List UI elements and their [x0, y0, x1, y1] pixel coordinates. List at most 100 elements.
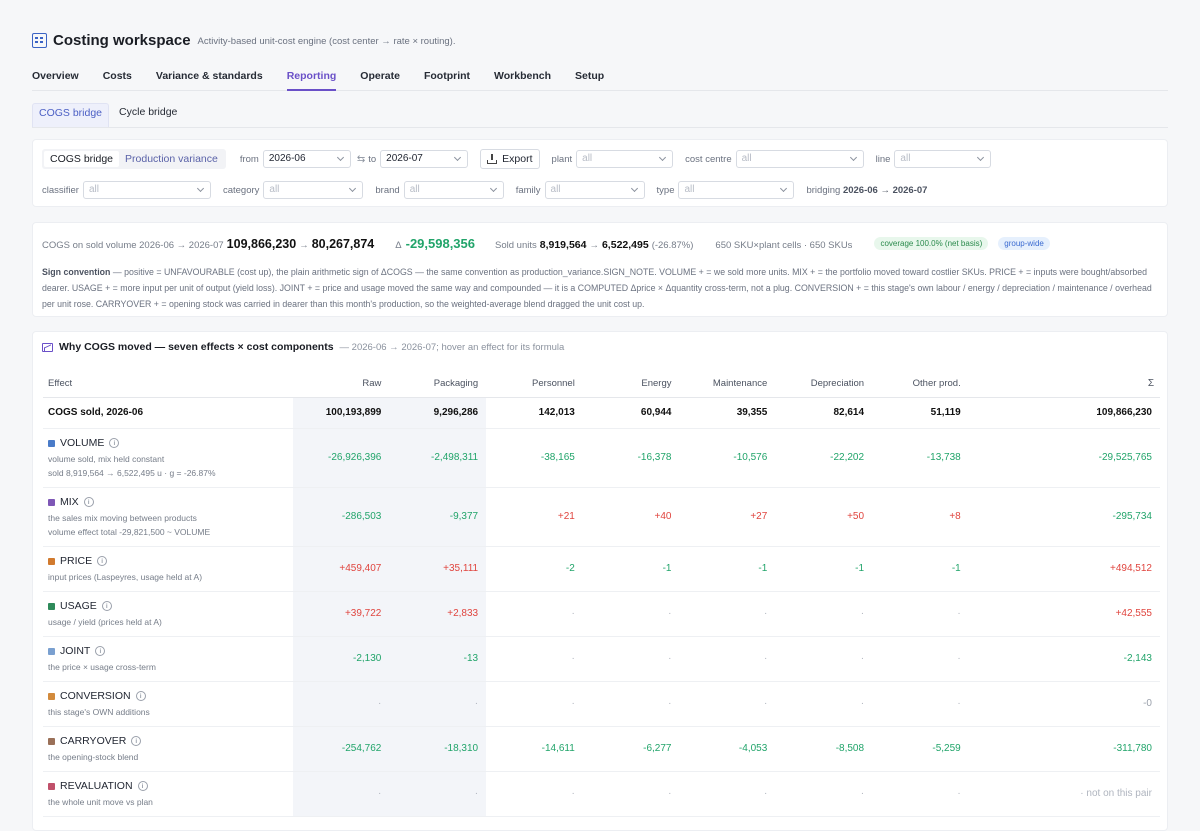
effect-value-depreciation: · — [775, 591, 873, 637]
effect-row-volume[interactable]: VOLUME i volume sold, mix held constant sol… — [43, 428, 1160, 488]
effect-label: USAGE — [60, 600, 97, 612]
tab-workbench[interactable]: Workbench — [494, 68, 551, 90]
cogs-from-value: 109,866,230 — [226, 237, 297, 251]
info-icon[interactable]: i — [95, 646, 106, 656]
col-sum[interactable]: Σ — [968, 370, 1160, 398]
effect-row-usage[interactable]: USAGE i usage / yield (prices held at A) +3… — [43, 591, 1160, 637]
plant-select[interactable]: all — [576, 150, 674, 168]
col-raw[interactable]: Raw — [292, 370, 390, 398]
effect-value-raw: -26,926,396 — [292, 428, 390, 488]
col-other-prod[interactable]: Other prod. — [872, 370, 969, 398]
effect-description: the price × usage cross-term — [48, 662, 156, 672]
classifier-select[interactable]: all — [82, 181, 211, 199]
main-tabs: Overview Costs Variance & standards Repo… — [32, 68, 1168, 91]
effect-cell: CARRYOVER i the opening-stock blend — [43, 726, 293, 772]
effect-value-energy: +40 — [582, 487, 680, 547]
effect-row-price[interactable]: PRICE i input prices (Laspeyres, usage hel… — [43, 546, 1160, 592]
bridging-value: 2026-06 → 2026-07 — [842, 184, 928, 196]
effect-value-depreciation: +50 — [775, 487, 873, 547]
effect-row-carryover[interactable]: CARRYOVER i the opening-stock blend -254,76… — [43, 726, 1160, 772]
effect-value-other-prod: · — [872, 681, 969, 727]
col-energy[interactable]: Energy — [582, 370, 680, 398]
base-energy: 60,944 — [582, 397, 680, 429]
col-effect[interactable]: Effect — [43, 370, 293, 398]
info-icon[interactable]: i — [83, 497, 94, 507]
tab-costs[interactable]: Costs — [103, 68, 132, 90]
from-period-select[interactable]: 2026-06 — [262, 150, 351, 168]
sign-text: — positive = UNFAVOURABLE (cost up), the… — [42, 267, 1152, 309]
effect-value-other-prod: · — [872, 636, 969, 682]
effect-name: PRICE i — [48, 555, 285, 567]
effect-value-raw: +459,407 — [292, 546, 390, 592]
base-personnel: 142,013 — [486, 397, 583, 429]
type-select[interactable]: all — [678, 181, 795, 199]
tab-reporting[interactable]: Reporting — [286, 68, 337, 91]
effect-label: CARRYOVER — [60, 735, 127, 747]
effect-value-energy: · — [582, 681, 680, 727]
line-select[interactable]: all — [894, 150, 992, 168]
effect-value-depreciation: · — [775, 681, 873, 727]
effect-name: MIX i — [48, 496, 285, 508]
effect-row-mix[interactable]: MIX i the sales mix moving between product… — [43, 487, 1160, 547]
effect-cell: MIX i the sales mix moving between product… — [43, 487, 293, 547]
effects-table: Effect Raw Packaging Personnel Energy Ma… — [43, 370, 1160, 817]
category-select[interactable]: all — [263, 181, 364, 199]
export-button[interactable]: Export — [480, 149, 540, 169]
filter-panel: COGS bridge Production variance from 202… — [32, 139, 1168, 207]
bridging-info: bridging 2026-06 → 2026-07 — [806, 185, 927, 196]
effect-value-packaging: · — [389, 771, 487, 817]
base-sum: 109,866,230 — [968, 397, 1160, 429]
bridging-label: bridging — [806, 184, 841, 196]
calculator-icon — [32, 33, 47, 48]
effect-swatch — [48, 439, 55, 447]
info-icon[interactable]: i — [97, 556, 108, 566]
sign-convention-note: Sign convention — positive = UNFAVOURABL… — [42, 264, 1160, 312]
effect-value-energy: -16,378 — [582, 428, 680, 488]
effect-value-sum: +494,512 — [968, 546, 1160, 592]
tab-footprint[interactable]: Footprint — [424, 68, 470, 90]
family-select[interactable]: all — [544, 181, 645, 199]
effect-value-packaging: -13 — [389, 636, 487, 682]
subtab-cogs-bridge[interactable]: COGS bridge — [32, 103, 110, 127]
subtab-cycle-bridge[interactable]: Cycle bridge — [113, 103, 183, 127]
tab-variance-standards[interactable]: Variance & standards — [156, 68, 263, 90]
info-icon[interactable]: i — [101, 601, 112, 611]
tab-overview[interactable]: Overview — [32, 68, 79, 90]
effects-title: Why COGS moved — seven effects × cost co… — [59, 341, 334, 353]
effect-value-personnel: · — [486, 591, 583, 637]
effect-swatch — [48, 557, 55, 565]
effect-value-personnel: · — [486, 681, 583, 727]
info-icon[interactable]: i — [137, 781, 148, 791]
info-icon[interactable]: i — [135, 691, 146, 701]
tab-setup[interactable]: Setup — [575, 68, 604, 90]
effect-value-sum: -2,143 — [968, 636, 1160, 682]
mode-production-variance[interactable]: Production variance — [119, 151, 224, 167]
tab-operate[interactable]: Operate — [360, 68, 400, 90]
brand-select[interactable]: all — [403, 181, 504, 199]
to-period-select[interactable]: 2026-07 — [380, 150, 469, 168]
export-label: Export — [502, 153, 533, 165]
effect-value-maintenance: · — [679, 771, 776, 817]
effect-value-depreciation: -1 — [775, 546, 873, 592]
effect-description: usage / yield (prices held at A) — [48, 617, 162, 627]
swap-icon[interactable]: ⇆ — [357, 154, 365, 165]
effect-value-other-prod: +8 — [872, 487, 969, 547]
effect-value-personnel: +21 — [486, 487, 583, 547]
mode-cogs-bridge[interactable]: COGS bridge — [44, 151, 120, 167]
effect-row-revaluation[interactable]: REVALUATION i the whole unit move vs plan ·… — [43, 771, 1160, 817]
col-packaging[interactable]: Packaging — [389, 370, 487, 398]
cost-centre-select[interactable]: all — [735, 150, 864, 168]
effect-label: MIX — [60, 496, 79, 508]
effect-row-conversion[interactable]: CONVERSION i this stage's OWN additions · · ·… — [43, 681, 1160, 727]
col-depreciation[interactable]: Depreciation — [775, 370, 873, 398]
app-header: Costing workspace Activity-based unit-co… — [32, 32, 456, 49]
col-maintenance[interactable]: Maintenance — [679, 370, 776, 398]
coverage-badge: coverage 100.0% (net basis) — [874, 237, 989, 250]
effect-value-packaging: -2,498,311 — [389, 428, 487, 488]
effect-swatch — [48, 498, 55, 506]
col-personnel[interactable]: Personnel — [486, 370, 583, 398]
info-icon[interactable]: i — [131, 736, 142, 746]
effect-row-joint[interactable]: JOINT i the price × usage cross-term -2,130… — [43, 636, 1160, 682]
info-icon[interactable]: i — [109, 438, 120, 448]
effect-cell: PRICE i input prices (Laspeyres, usage hel… — [43, 546, 293, 592]
